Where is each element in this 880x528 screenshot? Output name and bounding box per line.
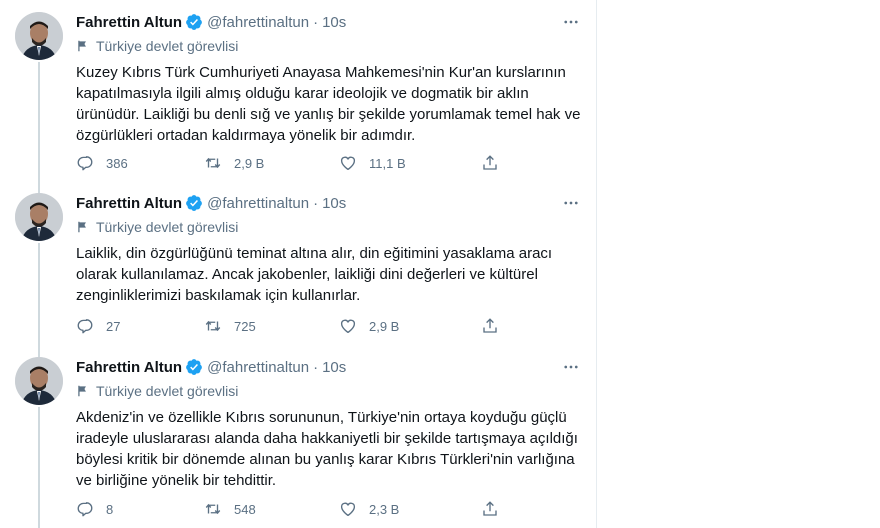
retweet-icon [205,503,221,515]
tweet-text-line: iradeyle uluslararası alanda daha hakkan… [76,430,578,447]
more-options-button[interactable] [558,354,584,380]
heart-icon [340,502,356,517]
thread-line [38,345,40,357]
reply-count: 386 [106,155,128,171]
timestamp[interactable]: 10s [322,359,346,376]
avatar[interactable] [15,193,63,241]
reply-bubble-icon [77,319,93,334]
like-count: 11,1 B [369,155,406,171]
tweet-feed: Fahrettin Altun @fahrettinaltun · 10s Tü… [0,0,597,528]
tweet-text-line: ürünüdür. Laikliği bu denli sığ ve yanlı… [76,106,581,123]
author-handle[interactable]: @fahrettinaltun [207,359,309,376]
verified-badge-icon [186,359,202,375]
tweet-text: Laiklik, din özgürlüğünü teminat altına … [76,243,582,306]
author-name[interactable]: Fahrettin Altun [76,14,182,31]
like-button[interactable]: 2,3 B [339,497,399,521]
tweet-text-line: olarak kullanılamaz. Ancak jakobenler, l… [76,266,538,283]
account-label[interactable]: Türkiye devlet görevlisi [76,36,238,56]
tweet-text-line: Laiklik, din özgürlüğünü teminat altına … [76,245,553,262]
flag-icon [78,221,86,233]
author-handle[interactable]: @fahrettinaltun [207,195,309,212]
tweet-text-line: böylesi kritik bir dönemde alınan bu yan… [76,451,575,468]
author-name[interactable]: Fahrettin Altun [76,195,182,212]
reply-button[interactable]: 8 [76,497,113,521]
verified-badge-icon [186,14,202,30]
share-button[interactable] [481,314,499,338]
more-dots-icon [564,20,578,24]
share-icon [483,501,497,516]
tweet-text-line: Akdeniz'in ve özellikle Kıbrıs sorununun… [76,409,567,426]
tweet-header: Fahrettin Altun @fahrettinaltun · 10s [76,12,346,32]
thread-line [38,243,40,345]
heart-icon [340,319,356,334]
heart-icon [340,156,356,171]
tweet-text: Kuzey Kıbrıs Türk Cumhuriyeti Anayasa Ma… [76,62,582,146]
reply-bubble-icon [77,156,93,171]
tweet[interactable]: Fahrettin Altun @fahrettinaltun · 10s Tü… [0,181,596,345]
tweet-header: Fahrettin Altun @fahrettinaltun · 10s [76,357,346,377]
tweet-text-line: özgürlükleri ortadan kaldırmaya yönelik … [76,127,416,144]
reply-count: 27 [106,318,121,334]
verified-badge-icon [186,195,202,211]
account-label-text: Türkiye devlet görevlisi [96,219,239,235]
retweet-icon [205,320,221,332]
tweet-actions: 27 725 2,9 B [76,314,582,338]
thread-line [38,62,40,181]
retweet-button[interactable]: 725 [204,314,256,338]
author-handle[interactable]: @fahrettinaltun [207,14,309,31]
tweet-text-line: Kuzey Kıbrıs Türk Cumhuriyeti Anayasa Ma… [76,64,566,81]
like-count: 2,3 B [369,501,400,517]
share-icon [483,318,497,333]
retweet-count: 725 [234,318,256,334]
reply-button[interactable]: 27 [76,314,120,338]
separator-dot: · [313,13,319,31]
flag-icon [78,40,86,52]
more-dots-icon [564,365,578,369]
timestamp[interactable]: 10s [322,195,346,212]
retweet-count: 548 [234,501,256,517]
tweet-text: Akdeniz'in ve özellikle Kıbrıs sorununun… [76,407,582,491]
author-name[interactable]: Fahrettin Altun [76,359,182,376]
avatar[interactable] [15,12,63,60]
tweet-text-line: zenginliklerimizi baskılamak için kullan… [76,287,361,304]
retweet-button[interactable]: 548 [204,497,256,521]
tweet-text-line: kapatılmasıyla ilgili almış olduğu karar… [76,85,529,102]
timestamp[interactable]: 10s [322,14,346,31]
retweet-count: 2,9 B [234,155,265,171]
tweet-actions: 8 548 2,3 B [76,497,582,521]
share-button[interactable] [481,497,499,521]
account-label[interactable]: Türkiye devlet görevlisi [76,217,238,237]
account-label-text: Türkiye devlet görevlisi [96,38,239,54]
account-label[interactable]: Türkiye devlet görevlisi [76,381,238,401]
like-count: 2,9 B [369,318,400,334]
avatar[interactable] [15,357,63,405]
more-dots-icon [564,201,578,205]
thread-line [38,181,40,193]
tweet[interactable]: Fahrettin Altun @fahrettinaltun · 10s Tü… [0,345,596,528]
tweet-header: Fahrettin Altun @fahrettinaltun · 10s [76,193,346,213]
tweet[interactable]: Fahrettin Altun @fahrettinaltun · 10s Tü… [0,0,596,181]
retweet-icon [205,157,221,169]
separator-dot: · [313,358,319,376]
share-icon [483,155,497,170]
reply-count: 8 [106,501,114,517]
like-button[interactable]: 2,9 B [339,314,399,338]
reply-bubble-icon [77,502,93,517]
reply-button[interactable]: 386 [76,151,128,175]
flag-icon [78,385,86,397]
tweet-actions: 386 2,9 B 11,1 B [76,151,582,175]
more-options-button[interactable] [558,9,584,35]
tweet-text-line: ve birliğine yönelik bir tehdittir. [76,472,277,489]
account-label-text: Türkiye devlet görevlisi [96,383,239,399]
share-button[interactable] [481,151,499,175]
retweet-button[interactable]: 2,9 B [204,151,264,175]
thread-line [38,407,40,528]
more-options-button[interactable] [558,190,584,216]
like-button[interactable]: 11,1 B [339,151,406,175]
separator-dot: · [313,194,319,212]
